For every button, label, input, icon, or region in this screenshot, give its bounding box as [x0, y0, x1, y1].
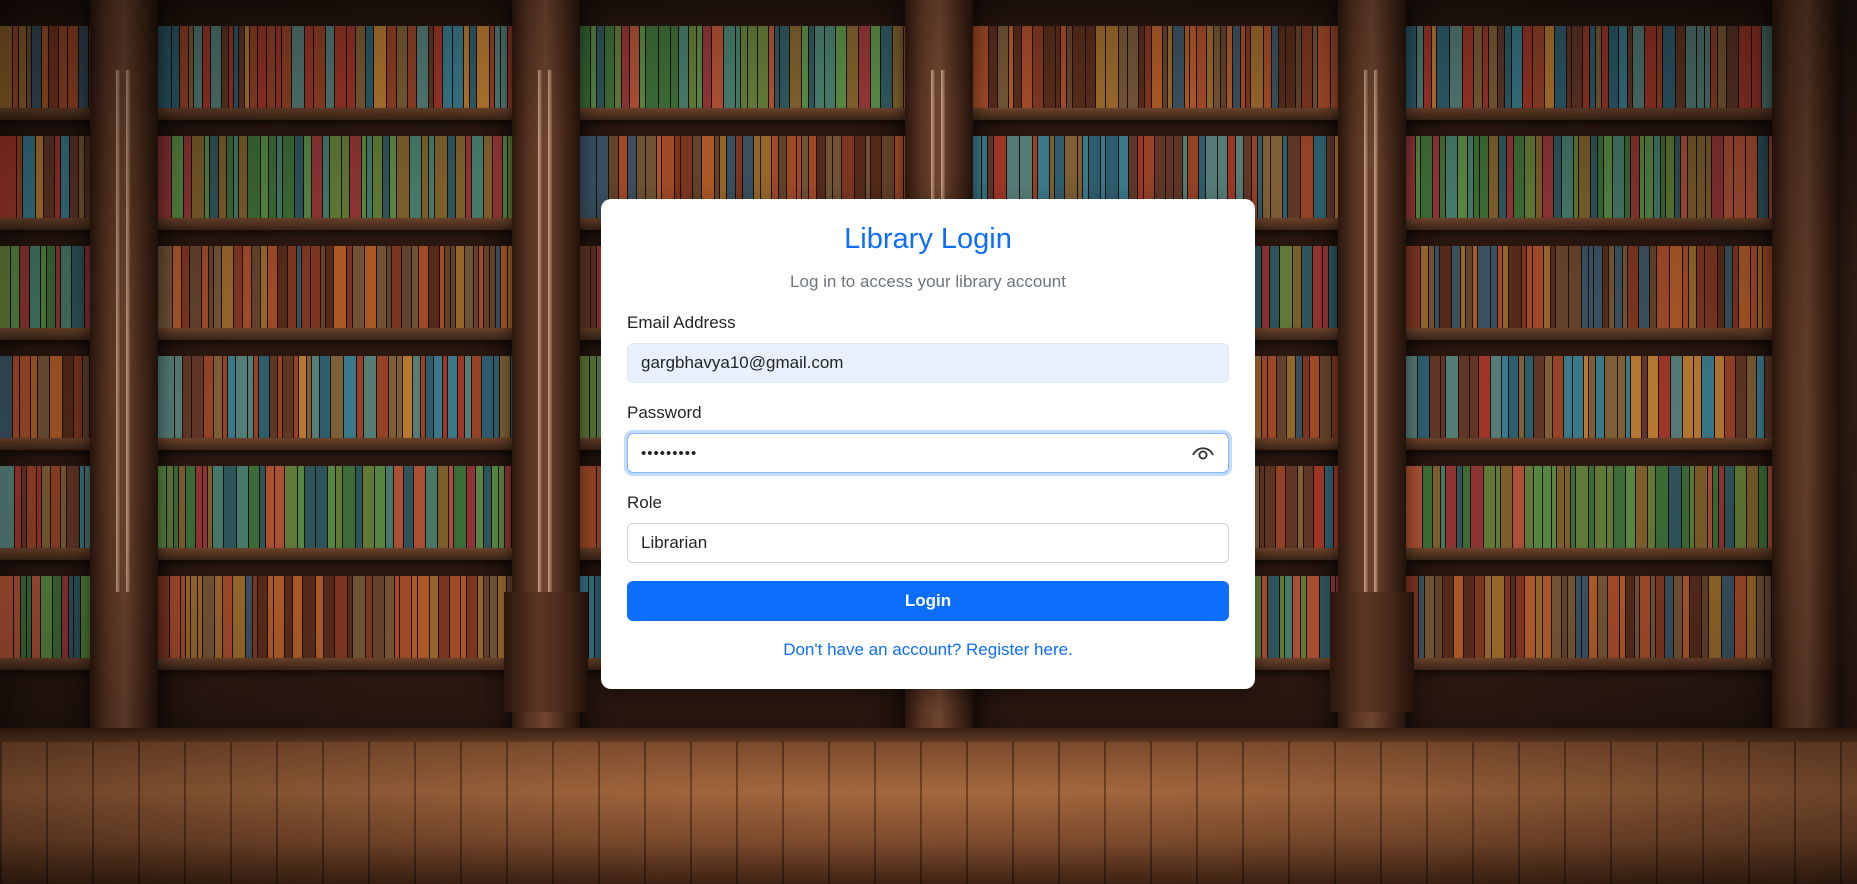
- email-value: gargbhavya10@gmail.com: [641, 353, 844, 372]
- password-field[interactable]: •••••••••: [627, 433, 1229, 473]
- email-label: Email Address: [627, 313, 736, 332]
- page-subtitle: Log in to access your library account: [790, 272, 1066, 291]
- login-card: Library Login Log in to access your libr…: [601, 199, 1255, 689]
- role-label: Role: [627, 493, 662, 512]
- eye-icon[interactable]: [1192, 445, 1214, 461]
- role-value: Librarian: [641, 533, 708, 552]
- login-button[interactable]: Login: [627, 581, 1229, 621]
- page-title: Library Login: [844, 223, 1012, 255]
- email-field[interactable]: gargbhavya10@gmail.com: [627, 343, 1229, 383]
- register-link[interactable]: Don't have an account? Register here.: [601, 640, 1255, 660]
- password-label: Password: [627, 403, 702, 422]
- password-value: •••••••••: [641, 444, 698, 462]
- role-select[interactable]: Librarian: [627, 523, 1229, 563]
